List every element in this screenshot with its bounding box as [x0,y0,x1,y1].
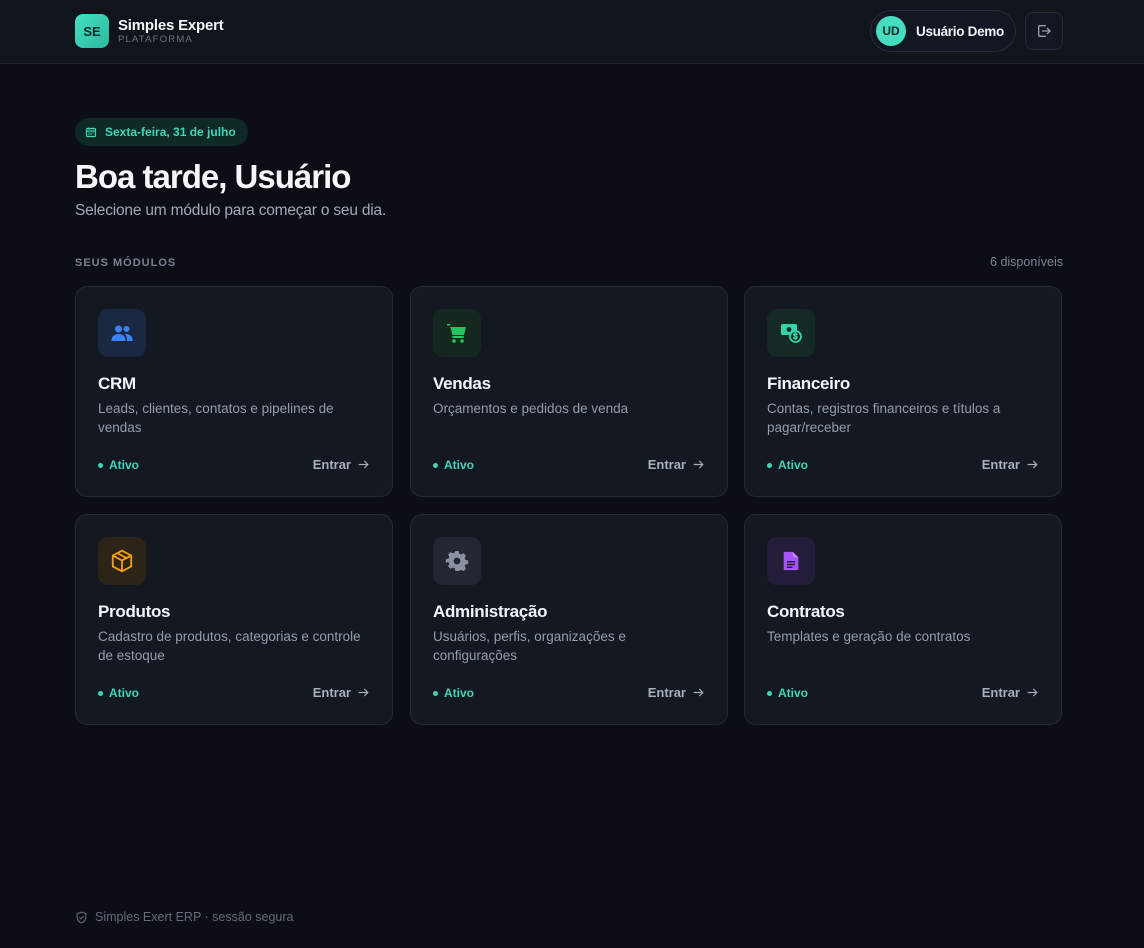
module-card-financeiro[interactable]: Financeiro Contas, registros financeiros… [744,286,1062,497]
page-subtitle: Selecione um módulo para começar o seu d… [75,202,387,219]
section-label: SEUS MÓDULOS [75,257,177,269]
arrow-right-icon [693,460,704,469]
arrow-right-icon [693,688,704,697]
calendar-icon [85,127,97,138]
enter-label: Entrar [312,457,351,472]
enter-button[interactable]: Entrar [648,457,705,472]
module-icon-box [433,309,481,357]
status-badge: Ativo [98,458,139,472]
enter-label: Entrar [312,685,351,700]
money-icon [781,324,802,343]
box-icon [111,549,133,573]
status-text: Ativo [109,458,139,472]
module-description: Orçamentos e pedidos de venda [433,401,629,416]
status-text: Ativo [109,686,139,700]
module-card-vendas[interactable]: Vendas Orçamentos e pedidos de venda Ati… [410,286,728,497]
enter-button[interactable]: Entrar [982,457,1039,472]
module-card-produtos[interactable]: Produtos Cadastro de produtos, categoria… [75,514,393,725]
enter-button[interactable]: Entrar [982,685,1039,700]
logout-button[interactable] [1025,12,1063,50]
status-text: Ativo [778,686,808,700]
users-icon [111,325,133,341]
module-description: Templates e geração de contratos [767,629,971,644]
enter-button[interactable]: Entrar [313,457,370,472]
module-description: Contas, registros financeiros e títulos … [767,401,1001,435]
module-title: Produtos [98,602,171,621]
status-badge: Ativo [433,458,474,472]
module-card-crm[interactable]: CRM Leads, clientes, contatos e pipeline… [75,286,393,497]
status-dot [433,462,438,468]
page-title: Boa tarde, Usuário [75,158,351,195]
footer: Simples Exert ERP · sessão segura [75,910,293,924]
date-badge: Sexta-feira, 31 de julho [75,118,248,146]
status-badge: Ativo [98,686,139,700]
enter-button[interactable]: Entrar [313,685,370,700]
brand-subtitle: PLATAFORMA [118,33,193,45]
module-icon-box [767,309,815,357]
arrow-right-icon [358,460,369,469]
enter-button[interactable]: Entrar [648,685,705,700]
status-dot [767,690,772,696]
user-name: Usuário Demo [916,23,1004,39]
shield-icon [76,911,87,923]
arrow-right-icon [1027,688,1038,697]
enter-label: Entrar [981,685,1020,700]
status-badge: Ativo [433,686,474,700]
module-title: Administração [433,602,548,621]
cart-icon [447,324,466,343]
enter-label: Entrar [647,457,686,472]
status-dot [767,462,772,468]
status-text: Ativo [444,686,474,700]
module-description: Usuários, perfis, organizações e configu… [433,629,626,663]
brand-name: Simples Expert [118,16,224,34]
enter-label: Entrar [981,457,1020,472]
module-title: Contratos [767,602,845,621]
module-title: Vendas [433,374,491,393]
module-description: Leads, clientes, contatos e pipelines de… [98,401,334,435]
module-icon-box [767,537,815,585]
date-text: Sexta-feira, 31 de julho [105,125,236,139]
module-title: Financeiro [767,374,850,393]
arrow-right-icon [1027,460,1038,469]
status-dot [98,690,103,696]
user-menu-button[interactable]: UD Usuário Demo [870,10,1016,52]
module-card-contratos[interactable]: Contratos Templates e geração de contrat… [744,514,1062,725]
top-bar: SE Simples Expert PLATAFORMA UD Usuário … [0,0,1144,64]
logout-icon [1038,25,1051,37]
document-icon [783,551,799,571]
status-text: Ativo [444,458,474,472]
module-icon-box [433,537,481,585]
modules-count: 6 disponíveis [990,255,1063,269]
status-badge: Ativo [767,686,808,700]
footer-text: Simples Exert ERP · sessão segura [95,910,294,924]
brand-logo: SE [75,14,109,48]
brand[interactable]: SE Simples Expert PLATAFORMA [75,14,224,48]
module-icon-box [98,537,146,585]
module-card-administracao[interactable]: Administração Usuários, perfis, organiza… [410,514,728,725]
status-text: Ativo [778,458,808,472]
module-description: Cadastro de produtos, categorias e contr… [98,629,361,663]
avatar: UD [876,16,906,46]
status-badge: Ativo [767,458,808,472]
status-dot [433,690,438,696]
status-dot [98,462,103,468]
module-title: CRM [98,374,136,393]
gear-icon [445,551,469,572]
module-icon-box [98,309,146,357]
arrow-right-icon [358,688,369,697]
enter-label: Entrar [647,685,686,700]
